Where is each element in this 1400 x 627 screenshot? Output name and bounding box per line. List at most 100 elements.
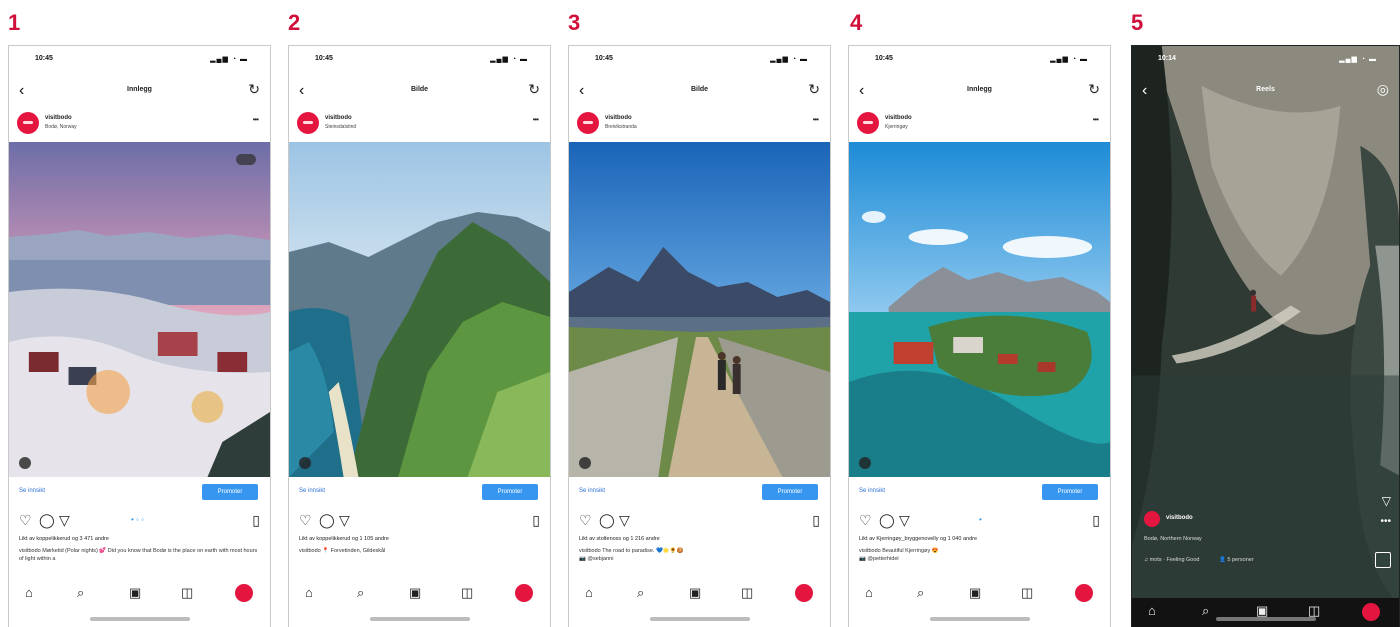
reel-location[interactable]: Bodø, Northern Norway — [1144, 536, 1202, 542]
comment-icon[interactable]: ◯ — [599, 513, 615, 527]
nav-bar: ‹ Innlegg ↻ — [849, 80, 1110, 102]
post-location[interactable]: Bodø, Norway — [45, 124, 77, 130]
promote-button[interactable]: Promoter — [1042, 484, 1098, 500]
heart-icon[interactable]: ♡ — [859, 513, 872, 527]
home-icon[interactable]: ⌂ — [305, 586, 313, 600]
search-icon[interactable]: ⌕ — [357, 586, 364, 600]
avatar[interactable] — [577, 112, 599, 134]
more-icon[interactable]: ••• — [1380, 516, 1391, 527]
avatar[interactable] — [297, 112, 319, 134]
promote-button[interactable]: Promoter — [482, 484, 538, 500]
tagged-people-icon[interactable] — [299, 457, 311, 469]
comment-icon[interactable]: ◯ — [39, 513, 55, 527]
username[interactable]: visitbodo — [45, 115, 72, 121]
post-location[interactable]: Breivikstranda — [605, 124, 637, 130]
avatar[interactable] — [1144, 511, 1160, 527]
profile-avatar-tab[interactable] — [515, 584, 533, 602]
shop-icon[interactable]: ◫ — [1021, 586, 1033, 600]
shop-icon[interactable]: ◫ — [461, 586, 473, 600]
home-icon[interactable]: ⌂ — [1148, 604, 1156, 618]
reel-people[interactable]: 👤 5 personer — [1219, 557, 1254, 563]
status-time: 10:45 — [315, 55, 333, 62]
username[interactable]: visitbodo — [605, 115, 632, 121]
home-icon[interactable]: ⌂ — [585, 586, 593, 600]
caption-credit[interactable]: 📷 @petterhidel — [859, 555, 1100, 563]
refresh-icon[interactable]: ↻ — [248, 81, 260, 98]
likes-text[interactable]: Likt av koppelikkerud og 1 105 andre — [299, 536, 540, 542]
bookmark-icon[interactable]: ▯ — [812, 513, 820, 527]
reels-icon[interactable]: ▣ — [689, 586, 701, 600]
reels-icon[interactable]: ▣ — [969, 586, 981, 600]
profile-avatar-tab[interactable] — [235, 584, 253, 602]
see-insights-link[interactable]: Se innsikt — [19, 488, 45, 494]
search-icon[interactable]: ⌕ — [637, 586, 644, 600]
audio-thumbnail[interactable] — [1375, 552, 1391, 568]
heart-icon[interactable]: ♡ — [579, 513, 592, 527]
phone-screen-post: 10:45 ▂▄▆ ◔ ▬ ‹ Bilde ↻ visitbodo Breivi… — [568, 45, 831, 627]
likes-text[interactable]: Likt av stoltenoss og 1 216 andre — [579, 536, 820, 542]
post-photo[interactable] — [9, 142, 270, 477]
search-icon[interactable]: ⌕ — [1202, 604, 1209, 618]
reels-icon[interactable]: ▣ — [1256, 604, 1268, 618]
see-insights-link[interactable]: Se innsikt — [579, 488, 605, 494]
likes-text[interactable]: Likt av koppelikkerud og 3 471 andre — [19, 536, 260, 542]
send-icon[interactable]: ▽ — [619, 513, 630, 527]
refresh-icon[interactable]: ↻ — [1088, 81, 1100, 98]
heart-icon[interactable]: ♡ — [299, 513, 312, 527]
reel-music[interactable]: ♫ mots · Feeling Good — [1144, 557, 1199, 563]
post-location[interactable]: Steinsdalstind — [325, 124, 356, 130]
more-icon[interactable]: ••• — [813, 115, 819, 124]
more-icon[interactable]: ••• — [533, 115, 539, 124]
post-photo[interactable] — [849, 142, 1110, 477]
search-icon[interactable]: ⌕ — [77, 586, 84, 600]
home-icon[interactable]: ⌂ — [865, 586, 873, 600]
home-icon[interactable]: ⌂ — [25, 586, 33, 600]
post-photo[interactable] — [569, 142, 830, 477]
shop-icon[interactable]: ◫ — [181, 586, 193, 600]
comment-icon[interactable]: ◯ — [319, 513, 335, 527]
reels-icon[interactable]: ▣ — [409, 586, 421, 600]
send-icon[interactable]: ▽ — [339, 513, 350, 527]
tagged-people-icon[interactable] — [859, 457, 871, 469]
nav-title: Bilde — [690, 86, 709, 93]
post-actions: ♡ ◯ ▽ ▯ — [579, 513, 820, 529]
bookmark-icon[interactable]: ▯ — [252, 513, 260, 527]
send-icon[interactable]: ▽ — [59, 513, 70, 527]
profile-avatar-tab[interactable] — [795, 584, 813, 602]
tagged-people-icon[interactable] — [579, 457, 591, 469]
promo-bar: Se innsikt Promoter — [289, 483, 550, 501]
refresh-icon[interactable]: ↻ — [808, 81, 820, 98]
comment-icon[interactable]: ◯ — [879, 513, 895, 527]
post-photo[interactable] — [289, 142, 550, 477]
heart-icon[interactable]: ♡ — [19, 513, 32, 527]
caption-credit[interactable]: 📷 @sebjanni — [579, 555, 820, 563]
avatar[interactable] — [17, 112, 39, 134]
camera-icon[interactable]: ◎ — [1377, 81, 1389, 98]
see-insights-link[interactable]: Se innsikt — [299, 488, 325, 494]
search-icon[interactable]: ⌕ — [917, 586, 924, 600]
see-insights-link[interactable]: Se innsikt — [859, 488, 885, 494]
likes-text[interactable]: Likt av Kjerringøy_bryggenovelly og 1 04… — [859, 536, 1100, 542]
promote-button[interactable]: Promoter — [762, 484, 818, 500]
promote-button[interactable]: Promoter — [202, 484, 258, 500]
bookmark-icon[interactable]: ▯ — [1092, 513, 1100, 527]
post-location[interactable]: Kjerringøy — [885, 124, 908, 130]
profile-avatar-tab[interactable] — [1075, 584, 1093, 602]
username[interactable]: visitbodo — [325, 115, 352, 121]
refresh-icon[interactable]: ↻ — [528, 81, 540, 98]
reels-icon[interactable]: ▣ — [129, 586, 141, 600]
username[interactable]: visitbodo — [885, 115, 912, 121]
profile-avatar-tab[interactable] — [1362, 603, 1380, 621]
more-icon[interactable]: ••• — [1093, 115, 1099, 124]
avatar[interactable] — [857, 112, 879, 134]
send-icon[interactable]: ▽ — [1382, 494, 1391, 508]
username[interactable]: visitbodo — [1166, 515, 1193, 521]
send-icon[interactable]: ▽ — [899, 513, 910, 527]
more-icon[interactable]: ••• — [253, 115, 259, 124]
shop-icon[interactable]: ◫ — [741, 586, 753, 600]
panel-number: 4 — [850, 10, 863, 35]
status-bar: 10:14 ▂▄▆ ◔ ▬ — [1132, 52, 1399, 66]
bookmark-icon[interactable]: ▯ — [532, 513, 540, 527]
shop-icon[interactable]: ◫ — [1308, 604, 1320, 618]
tagged-people-icon[interactable] — [19, 457, 31, 469]
